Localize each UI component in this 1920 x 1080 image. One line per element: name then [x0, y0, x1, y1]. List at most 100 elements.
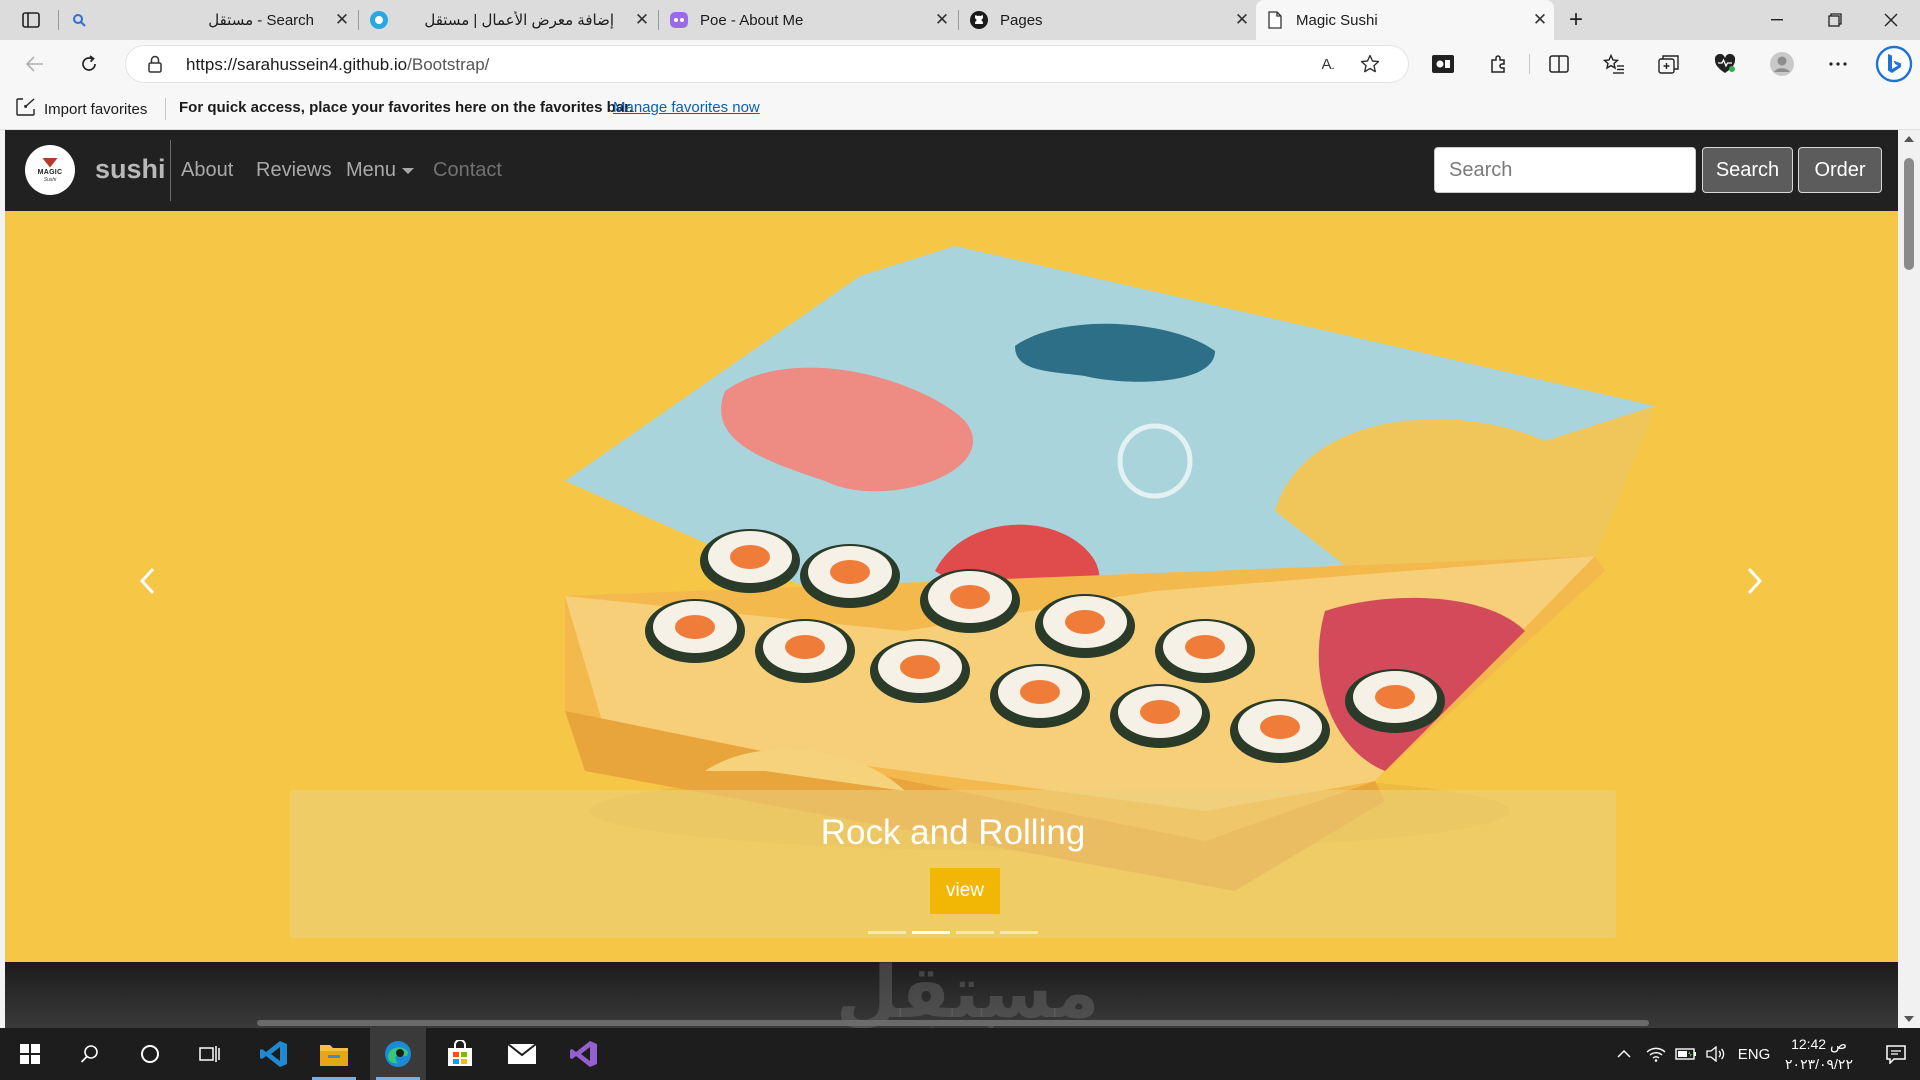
vertical-scrollbar[interactable] — [1898, 130, 1920, 1028]
tab-github-pages[interactable]: Pages ✕ — [966, 0, 1256, 40]
carousel-next-button[interactable] — [1731, 557, 1779, 605]
tab-mostaql-search[interactable]: Search - مستقل ✕ — [66, 0, 356, 40]
window-close-button[interactable] — [1862, 0, 1920, 40]
page-viewport: MAGIC Sushi sushi About Reviews Menu Con… — [5, 130, 1898, 1028]
import-favorites-button[interactable]: Import favorites — [16, 98, 147, 120]
manage-favorites-link[interactable]: Manage favorites now — [613, 99, 760, 116]
scroll-down-arrow-icon[interactable] — [1904, 1016, 1914, 1022]
notification-center-button[interactable] — [1872, 1028, 1920, 1080]
visual-studio-icon — [570, 1041, 597, 1067]
new-tab-button[interactable]: + — [1562, 6, 1590, 34]
carousel-indicator[interactable] — [868, 931, 906, 934]
carousel-indicator-active[interactable] — [912, 931, 950, 934]
site-navbar: MAGIC Sushi sushi About Reviews Menu Con… — [5, 130, 1898, 211]
nav-link-contact[interactable]: Contact — [433, 159, 502, 182]
site-search-input[interactable] — [1434, 147, 1696, 193]
close-icon[interactable]: ✕ — [1526, 0, 1554, 40]
scroll-up-arrow-icon[interactable] — [1904, 136, 1914, 142]
taskbar-store[interactable] — [432, 1028, 488, 1080]
minimize-button[interactable] — [1748, 0, 1806, 40]
logo-text: MAGIC — [37, 168, 63, 176]
url-path: /Bootstrap/ — [407, 55, 490, 74]
taskbar-vscode[interactable] — [246, 1028, 302, 1080]
logo-mark-icon — [42, 157, 58, 168]
battery-status-button[interactable] — [1672, 1028, 1700, 1080]
taskbar-visual-studio[interactable] — [556, 1028, 612, 1080]
collections-icon[interactable] — [1652, 48, 1686, 80]
notification-icon — [1886, 1045, 1906, 1064]
tab-mostaql-portfolio[interactable]: إضافة معرض الأعمال | مستقل ✕ — [366, 0, 656, 40]
nav-dropdown-menu[interactable]: Menu — [346, 159, 415, 182]
profile-avatar[interactable] — [1765, 48, 1799, 80]
tab-title: Magic Sushi — [1296, 11, 1378, 29]
lock-icon[interactable] — [148, 55, 162, 78]
clock-date: ٢٠٢٣/٠٩/٢٢ — [1785, 1056, 1853, 1072]
cortana-button[interactable] — [122, 1028, 178, 1080]
carousel-indicator[interactable] — [1000, 931, 1038, 934]
windows-taskbar: ENG 12:42 ص ٢٠٢٣/٠٩/٢٢ — [0, 1028, 1920, 1080]
taskbar-edge[interactable] — [370, 1028, 426, 1080]
url-host: https://sarahussein4.github.io — [186, 55, 408, 74]
favorite-star-icon[interactable] — [1356, 52, 1384, 76]
bing-copilot-icon[interactable] — [1874, 44, 1914, 84]
back-button[interactable] — [18, 48, 52, 80]
mostaql-icon — [366, 0, 392, 40]
taskbar-file-explorer[interactable] — [306, 1028, 362, 1080]
close-icon[interactable]: ✕ — [328, 0, 356, 40]
media-extension-icon[interactable] — [1426, 48, 1460, 80]
browser-essentials-icon[interactable] — [1708, 48, 1742, 80]
nav-link-about[interactable]: About — [181, 159, 233, 182]
poe-icon — [666, 0, 692, 40]
browser-toolbar: https://sarahussein4.github.io/Bootstrap… — [0, 40, 1920, 88]
site-logo[interactable]: MAGIC Sushi — [25, 145, 75, 195]
taskbar-search-button[interactable] — [62, 1028, 118, 1080]
nav-link-reviews[interactable]: Reviews — [256, 159, 332, 182]
start-button[interactable] — [2, 1028, 58, 1080]
input-language-button[interactable]: ENG — [1734, 1028, 1774, 1080]
edge-icon — [385, 1041, 411, 1067]
site-search-button[interactable]: Search — [1702, 147, 1793, 193]
view-button[interactable]: view — [930, 868, 1000, 914]
close-icon[interactable]: ✕ — [1228, 0, 1256, 40]
close-icon[interactable]: ✕ — [628, 0, 656, 40]
import-favorites-label: Import favorites — [44, 100, 148, 118]
tab-separator — [658, 10, 659, 30]
volume-button[interactable] — [1702, 1028, 1730, 1080]
show-hidden-icons-button[interactable] — [1610, 1028, 1638, 1080]
extensions-icon[interactable] — [1482, 48, 1516, 80]
read-aloud-icon[interactable]: Aꞈ — [1314, 52, 1342, 76]
taskbar-mail[interactable] — [494, 1028, 550, 1080]
wifi-status-button[interactable] — [1642, 1028, 1670, 1080]
nav-dropdown-label: Menu — [346, 159, 397, 181]
close-icon[interactable]: ✕ — [928, 0, 956, 40]
tab-separator — [958, 10, 959, 30]
battery-icon — [1675, 1048, 1696, 1060]
carousel-indicator[interactable] — [956, 931, 994, 934]
tab-magic-sushi[interactable]: Magic Sushi ✕ — [1256, 0, 1554, 40]
site-brand[interactable]: sushi — [95, 154, 166, 185]
order-button[interactable]: Order — [1798, 147, 1882, 193]
mail-icon — [507, 1043, 537, 1064]
favorites-hint: For quick access, place your favorites h… — [179, 99, 634, 116]
logo-subtext: Sushi — [43, 176, 57, 183]
address-bar[interactable]: https://sarahussein4.github.io/Bootstrap… — [126, 46, 1408, 82]
chevron-up-icon — [1617, 1050, 1631, 1058]
carousel-prev-button[interactable] — [123, 557, 171, 605]
restore-button[interactable] — [1806, 0, 1864, 40]
more-options-icon[interactable] — [1821, 48, 1855, 80]
split-screen-icon[interactable] — [1542, 48, 1576, 80]
page-icon — [1262, 0, 1288, 40]
folder-icon — [320, 1045, 348, 1066]
chevron-right-icon — [1747, 567, 1763, 595]
tab-poe[interactable]: Poe - About Me ✕ — [666, 0, 956, 40]
chevron-left-icon — [139, 567, 155, 595]
refresh-button[interactable] — [72, 48, 106, 80]
favorites-icon[interactable] — [1597, 48, 1631, 80]
tab-actions-icon[interactable] — [14, 8, 48, 32]
hero-carousel: Rock and Rolling view — [5, 211, 1898, 962]
task-view-button[interactable] — [182, 1028, 238, 1080]
carousel-indicators — [290, 931, 1616, 934]
taskbar-clock[interactable]: 12:42 ص ٢٠٢٣/٠٩/٢٢ — [1778, 1034, 1860, 1074]
scrollbar-thumb[interactable] — [1904, 158, 1914, 270]
tab-title: Poe - About Me — [700, 11, 804, 29]
